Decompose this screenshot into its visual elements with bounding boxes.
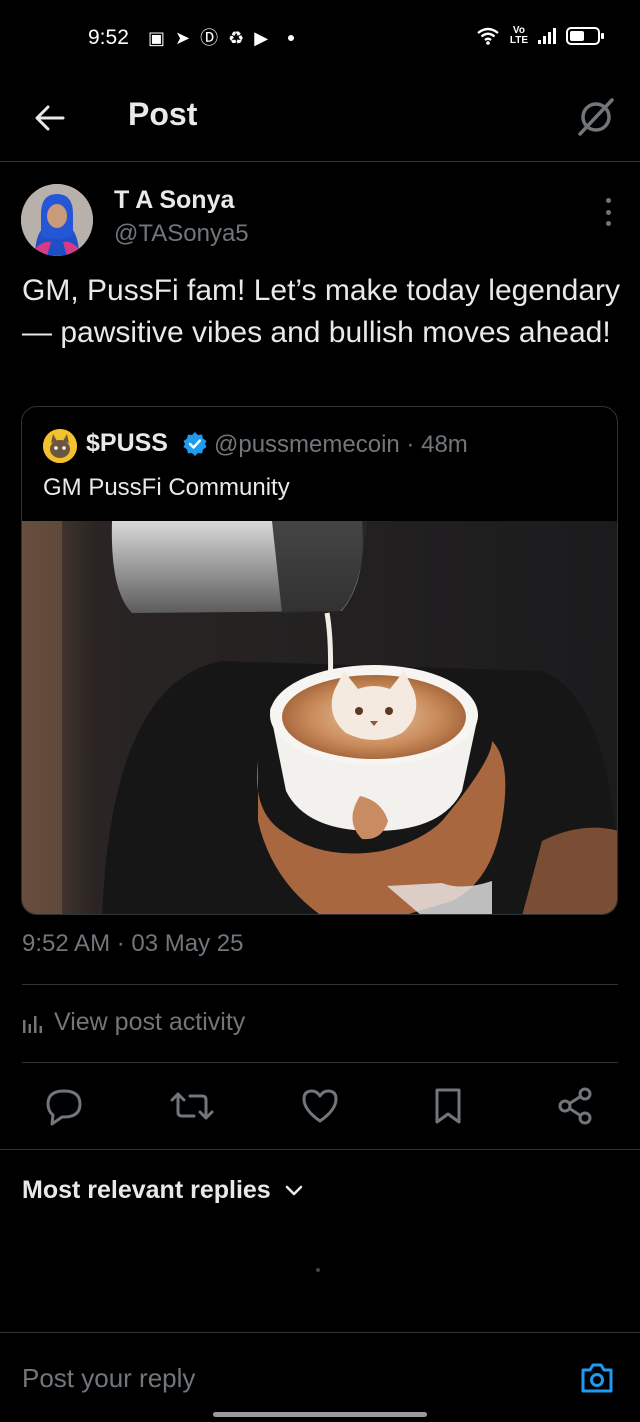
chevron-down-icon — [285, 1185, 303, 1195]
reply-icon[interactable] — [40, 1082, 88, 1130]
recycle-icon: ♻ — [228, 28, 245, 48]
facebook-icon: Ⓓ — [200, 28, 219, 48]
divider — [22, 984, 618, 985]
verified-icon — [183, 432, 207, 456]
post-timestamp: 9:52 AM · 03 May 25 — [22, 930, 244, 957]
quoted-text: GM PussFi Community — [43, 474, 290, 501]
post-actions — [0, 1082, 640, 1130]
battery-icon — [566, 27, 604, 45]
system-icons: Vo LTE — [476, 26, 604, 46]
replies-sort-label: Most relevant replies — [22, 1176, 271, 1204]
youtube-icon: ▶ — [254, 28, 269, 48]
gamepad-icon: ▣ — [148, 28, 166, 48]
author-avatar[interactable] — [21, 184, 93, 256]
share-icon[interactable] — [552, 1082, 600, 1130]
more-icon[interactable] — [602, 198, 614, 226]
repost-icon[interactable] — [168, 1082, 216, 1130]
quoted-name: $PUSS — [86, 429, 168, 457]
author-name[interactable]: T A Sonya — [114, 186, 234, 215]
telegram-icon: ➤ — [175, 28, 191, 48]
author-handle[interactable]: @TASonya5 — [114, 220, 249, 248]
quoted-handle: @pussmemecoin · 48m — [214, 431, 468, 458]
bookmark-icon[interactable] — [424, 1082, 472, 1130]
chart-icon — [23, 1015, 42, 1033]
divider — [0, 1149, 640, 1150]
view-post-activity[interactable]: View post activity — [22, 1008, 245, 1037]
more-notifications-dot — [288, 35, 295, 41]
quoted-post[interactable]: $PUSS @pussmemecoin · 48m GM PussFi Comm… — [21, 406, 618, 915]
signal-icon — [538, 28, 556, 44]
reply-composer: Post your reply — [0, 1332, 640, 1422]
reply-input[interactable]: Post your reply — [22, 1363, 195, 1394]
wifi-icon — [477, 27, 499, 45]
post-text: GM, PussFi fam! Let’s make today legenda… — [22, 274, 621, 349]
quoted-image[interactable] — [22, 521, 618, 915]
like-icon[interactable] — [296, 1082, 344, 1130]
status-bar: 9:52 ▣ ➤ Ⓓ ♻ ▶ Vo LTE — [0, 0, 640, 80]
camera-icon[interactable] — [580, 1361, 614, 1395]
lte-label: LTE — [509, 35, 528, 46]
grok-icon[interactable] — [574, 94, 618, 138]
volte-indicator: Vo LTE — [510, 26, 528, 46]
replies-sort-dropdown[interactable]: Most relevant replies — [22, 1176, 303, 1205]
loading-dot — [316, 1268, 320, 1272]
quoted-avatar — [43, 429, 77, 463]
divider — [22, 1062, 618, 1063]
battery-fill — [570, 31, 585, 41]
status-time: 9:52 — [88, 26, 129, 49]
back-arrow-icon[interactable] — [30, 98, 70, 138]
home-indicator[interactable] — [213, 1412, 427, 1417]
view-post-activity-label: View post activity — [54, 1008, 246, 1036]
notification-icons: ▣ ➤ Ⓓ ♻ ▶ — [148, 28, 295, 48]
page-title: Post — [128, 96, 198, 132]
top-bar: Post — [0, 80, 640, 162]
